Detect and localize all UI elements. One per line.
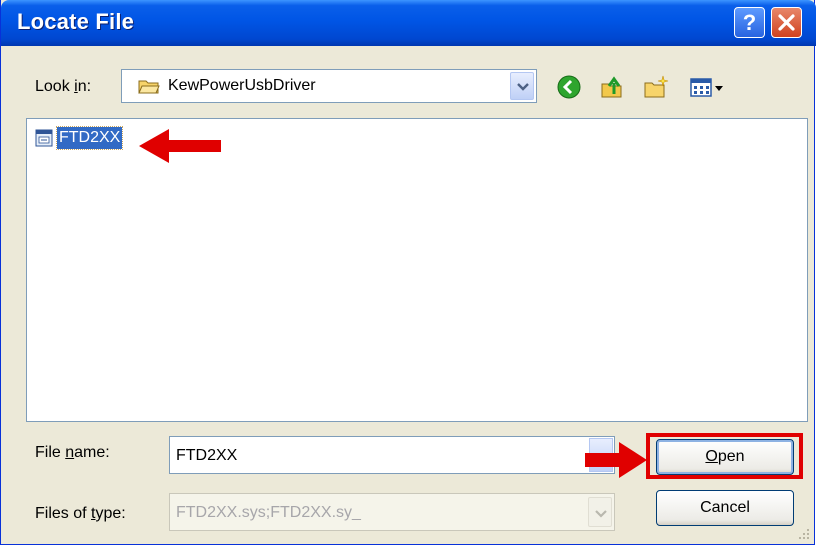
file-name-label: File name: (35, 444, 110, 461)
help-button[interactable]: ? (734, 7, 765, 38)
files-of-type-combo[interactable]: FTD2XX.sys;FTD2XX.sy_ (169, 493, 615, 531)
system-file-icon (35, 129, 53, 147)
file-name-value: FTD2XX (176, 447, 238, 464)
look-in-combo[interactable]: KewPowerUsbDriver (121, 69, 537, 103)
look-in-value: KewPowerUsbDriver (168, 77, 316, 94)
chevron-down-icon (595, 510, 607, 518)
open-button[interactable]: Open (656, 439, 794, 475)
file-name-field[interactable]: FTD2XX (169, 436, 615, 474)
chevron-down-icon (517, 83, 529, 91)
annotation-arrow-right (585, 442, 647, 478)
file-item-label: FTD2XX (55, 126, 124, 150)
close-button[interactable] (771, 7, 802, 38)
files-of-type-label: Files of type: (35, 505, 126, 522)
look-in-dropdown-button[interactable] (510, 72, 534, 100)
title-bar[interactable]: Locate File ? (1, 0, 816, 46)
resize-grip-icon[interactable] (796, 526, 810, 540)
locate-file-dialog: Locate File ? Look in: KewPowerUsbDriver (0, 0, 816, 545)
close-icon (778, 14, 795, 31)
view-menu-icon[interactable] (689, 74, 725, 100)
files-of-type-dropdown-button[interactable] (588, 497, 612, 527)
folder-icon (138, 80, 160, 94)
look-in-label: Look in: (35, 78, 92, 95)
up-folder-icon[interactable] (599, 74, 625, 100)
file-list[interactable]: FTD2XX (26, 118, 808, 422)
window-title: Locate File (17, 9, 135, 34)
back-icon[interactable] (556, 74, 582, 100)
help-icon: ? (742, 10, 757, 35)
annotation-arrow-left (139, 129, 221, 163)
cancel-button[interactable]: Cancel (656, 490, 794, 526)
new-folder-icon[interactable] (643, 74, 669, 100)
files-of-type-value: FTD2XX.sys;FTD2XX.sy_ (176, 504, 361, 521)
